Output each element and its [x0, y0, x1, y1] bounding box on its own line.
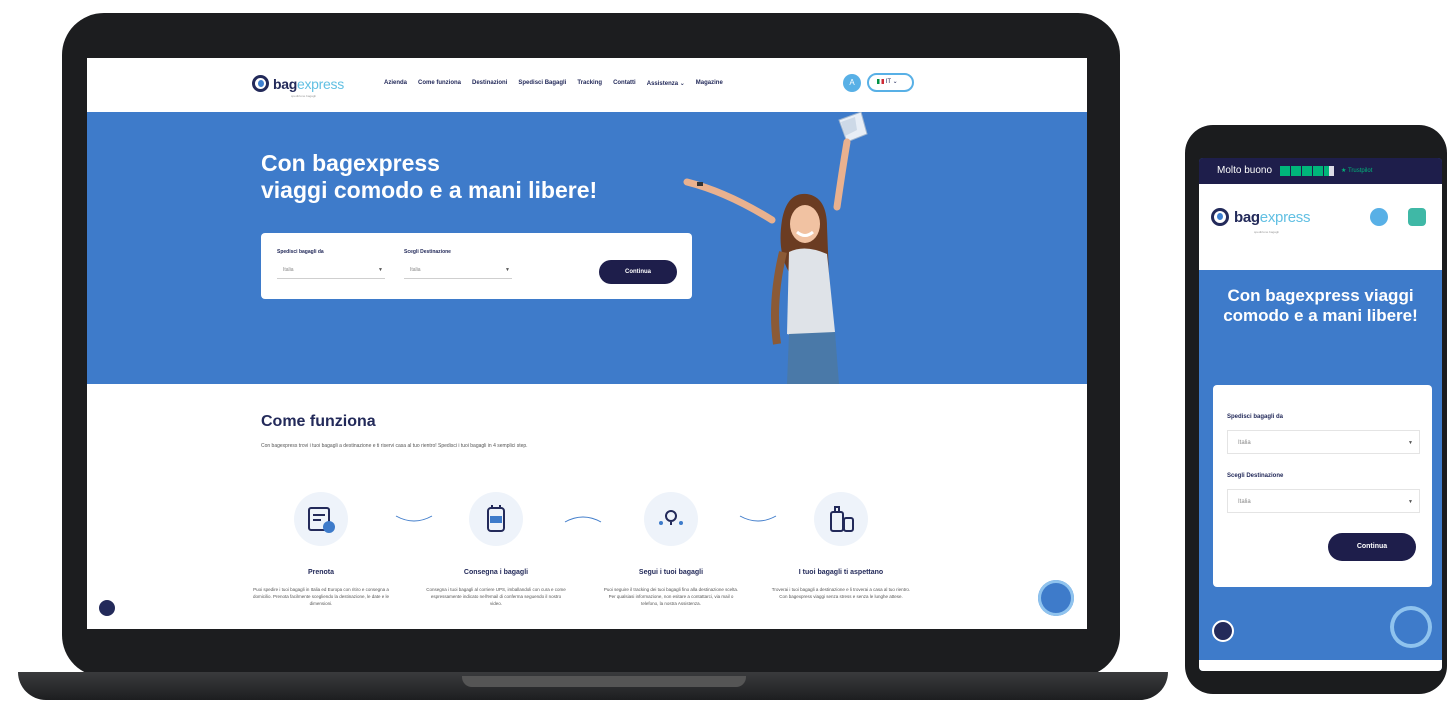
- to-select[interactable]: Italia ▼: [404, 262, 512, 279]
- booking-form: Spedisci bagagli da Italia ▼ Scegli Dest…: [261, 233, 692, 299]
- hero-woman-photo: [683, 112, 868, 384]
- nav-link-assistenza[interactable]: Assistenza ⌄: [647, 80, 685, 87]
- brand-logo[interactable]: bagexpress: [1211, 208, 1311, 226]
- laptop-screen: bagexpress spedizione bagagli Azienda Co…: [87, 58, 1087, 629]
- step-title: Consegna i bagagli: [463, 569, 529, 576]
- star-icon: [1313, 166, 1323, 176]
- menu-hamburger-icon[interactable]: [1408, 208, 1426, 226]
- how-it-works-section: Come funziona Con bagexpress trovi i tuo…: [87, 384, 1087, 629]
- step-text: Troverai i tuoi bagagli a destinazione e…: [771, 587, 911, 599]
- chat-support-button[interactable]: [1038, 580, 1074, 616]
- step-aspettano: I tuoi bagagli ti aspettano Troverai i t…: [771, 492, 911, 600]
- step-circle: [294, 492, 348, 546]
- to-label: Scegli Destinazione: [404, 249, 451, 255]
- step-consegna: Consegna i bagagli Consegna i tuoi bagag…: [426, 492, 566, 607]
- language-selector[interactable]: IT ⌄: [867, 73, 914, 92]
- step-title: I tuoi bagagli ti aspettano: [798, 569, 884, 576]
- step-title: Prenota: [307, 569, 335, 576]
- italy-flag-icon: [877, 78, 884, 84]
- step-text: Puoi spedire i tuoi bagagli in Italia ed…: [252, 587, 390, 606]
- star-icon: [1302, 166, 1312, 176]
- nav-link-tracking[interactable]: Tracking: [577, 80, 602, 87]
- section-subtitle: Con bagexpress trovi i tuoi bagagli a de…: [261, 443, 528, 449]
- step-title: Segui i tuoi bagagli: [638, 569, 704, 576]
- step-connector: [564, 516, 602, 523]
- trustpilot-logo: ★ Trustpilot: [1341, 168, 1373, 174]
- step-circle: [644, 492, 698, 546]
- calendar-icon: [308, 507, 335, 533]
- continue-button[interactable]: Continua: [1328, 533, 1416, 561]
- to-select[interactable]: Italia ▼: [1227, 489, 1420, 513]
- step-segui: Segui i tuoi bagagli Puoi seguire il tra…: [601, 492, 741, 607]
- logo-wordmark: bagexpress: [273, 75, 344, 92]
- step-prenota: Prenota Puoi spedire i tuoi bagagli in I…: [251, 492, 391, 607]
- from-select-value: Italia: [1238, 440, 1251, 446]
- to-select-value: Italia: [1238, 499, 1251, 505]
- nav-link-magazine[interactable]: Magazine: [696, 80, 723, 87]
- chevron-down-icon: ▼: [1408, 499, 1413, 505]
- suitcase-icon: [830, 506, 854, 532]
- logo-icon: [1211, 208, 1229, 226]
- to-select-value: Italia: [410, 267, 421, 273]
- mobile-hero-title: Con bagexpress viaggi comodo e a mani li…: [1223, 286, 1418, 325]
- from-label: Spedisci bagagli da: [277, 249, 324, 255]
- mobile-booking-form: Spedisci bagagli da Italia ▼ Scegli Dest…: [1213, 385, 1432, 587]
- chevron-down-icon: ▼: [1408, 440, 1413, 446]
- from-select[interactable]: Italia ▼: [277, 262, 385, 279]
- section-title: Come funziona: [261, 413, 376, 430]
- mobile-header: bagexpress spedizione bagagli: [1199, 184, 1442, 270]
- brand-logo[interactable]: bagexpress: [252, 75, 344, 92]
- logo-tagline: spedizione bagagli: [291, 94, 316, 98]
- nav-link-destinazioni[interactable]: Destinazioni: [472, 80, 507, 87]
- nav-link-contatti[interactable]: Contatti: [613, 80, 636, 87]
- logo-tagline: spedizione bagagli: [1254, 230, 1279, 234]
- rating-stars: [1280, 166, 1334, 176]
- user-account-button[interactable]: [1370, 208, 1388, 226]
- language-label: IT ⌄: [885, 79, 898, 85]
- from-label: Spedisci bagagli da: [1227, 414, 1284, 420]
- trust-rating-text: Molto buono: [1217, 165, 1273, 176]
- step-text: Consegna i tuoi bagagli al corriere UPS,…: [426, 587, 566, 606]
- trustpilot-bar: Molto buono ★ Trustpilot: [1199, 158, 1442, 184]
- step-circle: [814, 492, 868, 546]
- half-star-icon: [1324, 166, 1334, 176]
- user-account-button[interactable]: A: [843, 74, 861, 92]
- chevron-down-icon: ▼: [378, 267, 383, 273]
- star-icon: [1280, 166, 1290, 176]
- location-pin-icon: [659, 510, 683, 525]
- luggage-box-icon: [487, 505, 505, 532]
- laptop-hinge: [462, 676, 746, 687]
- mobile-bottom-strip: [1199, 660, 1442, 671]
- nav-link-come-funziona[interactable]: Come funziona: [418, 80, 461, 87]
- accessibility-button[interactable]: [97, 598, 117, 618]
- step-text: Puoi seguire il tracking dei tuoi bagagl…: [603, 587, 739, 606]
- hero-title: Con bagexpress viaggi comodo e a mani lib…: [261, 150, 598, 203]
- logo-icon: [252, 75, 269, 92]
- hero-section: Con bagexpress viaggi comodo e a mani lib…: [87, 112, 1087, 384]
- chevron-down-icon: ▼: [505, 267, 510, 273]
- from-select[interactable]: Italia ▼: [1227, 430, 1420, 454]
- from-select-value: Italia: [283, 267, 294, 273]
- main-nav: Azienda Come funziona Destinazioni Spedi…: [384, 80, 723, 87]
- nav-link-spedisci-bagagli[interactable]: Spedisci Bagagli: [518, 80, 566, 87]
- to-label: Scegli Destinazione: [1227, 473, 1284, 479]
- step-circle: [469, 492, 523, 546]
- chat-support-button[interactable]: [1390, 606, 1432, 648]
- site-header: bagexpress spedizione bagagli Azienda Co…: [87, 58, 1087, 112]
- continue-button[interactable]: Continua: [599, 260, 677, 284]
- logo-wordmark: bagexpress: [1234, 208, 1311, 226]
- nav-link-azienda[interactable]: Azienda: [384, 80, 407, 87]
- accessibility-button[interactable]: [1212, 620, 1234, 642]
- phone-screen: Molto buono ★ Trustpilot bagexpress sped…: [1199, 158, 1442, 671]
- star-icon: [1291, 166, 1301, 176]
